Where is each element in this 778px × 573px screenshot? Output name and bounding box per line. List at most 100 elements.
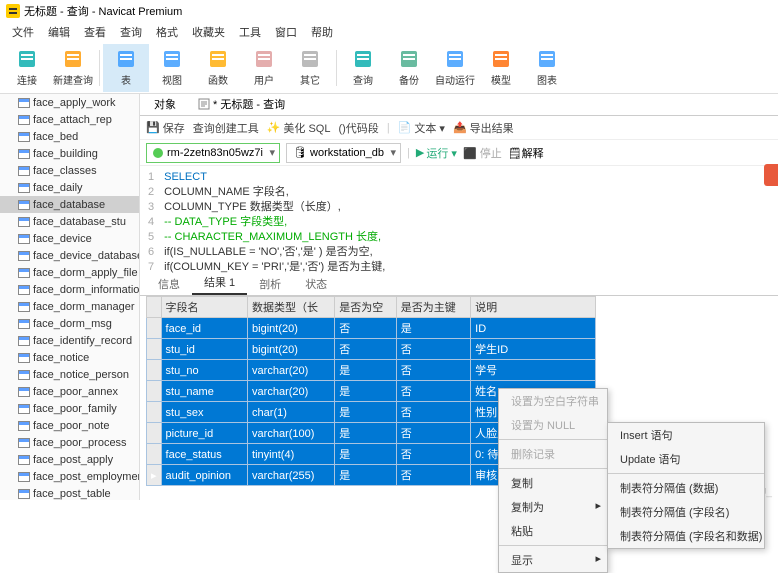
sidebar-item-face_database_stu[interactable]: face_database_stu [0,213,139,230]
sidebar-item-face_device[interactable]: face_device [0,230,139,247]
sidebar-item-face_attach_rep[interactable]: face_attach_rep [0,111,139,128]
sidebar-item-face_identify_record[interactable]: face_identify_record [0,332,139,349]
ctx-sub-item[interactable]: Insert 语句 [608,423,764,447]
table-icon [18,438,30,448]
tool-备份[interactable]: 备份 [386,44,432,92]
tool-label: 其它 [300,72,320,87]
tab-info[interactable]: 信息 [146,273,192,295]
tab-query[interactable]: * 无标题 - 查询 [190,94,293,115]
grid-header[interactable]: 是否为主键 [396,297,470,318]
sidebar-item-face_post_apply[interactable]: face_post_apply [0,451,139,468]
tab-status[interactable]: 状态 [293,273,339,295]
sidebar-item-face_dorm_msg[interactable]: face_dorm_msg [0,315,139,332]
tool-表[interactable]: 表 [103,44,149,92]
menu-view[interactable]: 查看 [78,22,112,42]
ctx-sub-item[interactable]: 制表符分隔值 (数据) [608,476,764,500]
menu-format[interactable]: 格式 [150,22,184,42]
sidebar-item-face_database[interactable]: face_database [0,196,139,213]
menu-edit[interactable]: 编辑 [42,22,76,42]
grid-header[interactable]: 数据类型（长 [248,297,335,318]
sidebar-item-face_dorm_apply_file[interactable]: face_dorm_apply_file [0,264,139,281]
sidebar-item-face_poor_family[interactable]: face_poor_family [0,400,139,417]
tool-自动运行[interactable]: 自动运行 [432,44,478,92]
ctx-item[interactable]: 粘贴 [499,519,607,543]
grid-header[interactable]: 字段名 [161,297,248,318]
tab-profile[interactable]: 剖析 [247,273,293,295]
sidebar-item-face_daily[interactable]: face_daily [0,179,139,196]
export-button[interactable]: 📤导出结果 [453,120,514,136]
sidebar-item-face_poor_process[interactable]: face_poor_process [0,434,139,451]
query-builder-button[interactable]: 查询创建工具 [193,120,259,136]
snippet-button[interactable]: ()代码段 [338,120,378,136]
explain-button[interactable]: 🗒解释 [508,145,544,161]
table-row[interactable]: stu_novarchar(20)是否学号 [147,360,596,381]
stop-button[interactable]: ⬛ 停止 [463,145,502,161]
table-icon [18,149,30,159]
tool-icon [490,48,512,70]
tab-objects[interactable]: 对象 [146,94,184,115]
sidebar-item-face_building[interactable]: face_building [0,145,139,162]
text-button[interactable]: 📄 文本 ▾ [398,120,445,136]
ctx-sub-item[interactable]: Update 语句 [608,447,764,471]
grid-header[interactable]: 说明 [471,297,596,318]
tool-视图[interactable]: 视图 [149,44,195,92]
sidebar-item-face_poor_annex[interactable]: face_poor_annex [0,383,139,400]
sidebar-item-face_post_employmen[interactable]: face_post_employmen [0,468,139,485]
menu-fav[interactable]: 收藏夹 [186,22,231,42]
sidebar-item-face_classes[interactable]: face_classes [0,162,139,179]
server-dropdown[interactable]: rm-2zetn83n05wz7i [146,143,280,163]
tool-连接[interactable]: 连接 [4,44,50,92]
query-icon [198,98,210,110]
ctx-sub-item[interactable]: 制表符分隔值 (字段名) [608,500,764,524]
side-badge[interactable] [764,164,778,186]
tool-查询[interactable]: 查询 [340,44,386,92]
menu-tools[interactable]: 工具 [233,22,267,42]
ctx-item[interactable]: 显示 [499,548,607,572]
menu-help[interactable]: 帮助 [305,22,339,42]
tool-函数[interactable]: 函数 [195,44,241,92]
table-icon [18,404,30,414]
save-button[interactable]: 💾 保存 [146,120,185,136]
sidebar-item-face_device_database[interactable]: face_device_database [0,247,139,264]
sidebar-item-face_post_table[interactable]: face_post_table [0,485,139,500]
sidebar-item-face_poor_note[interactable]: face_poor_note [0,417,139,434]
menu-window[interactable]: 窗口 [269,22,303,42]
menu-query[interactable]: 查询 [114,22,148,42]
sidebar-item-face_dorm_manager[interactable]: face_dorm_manager [0,298,139,315]
tool-新建查询[interactable]: 新建查询 [50,44,96,92]
ctx-item[interactable]: 复制 [499,471,607,495]
table-icon [18,217,30,227]
sql-editor[interactable]: 123456789 SELECT COLUMN_NAME 字段名, COLUMN… [140,166,778,274]
run-button[interactable]: ▶ 运行 ▾ [416,145,457,161]
db-dropdown[interactable]: 🛢 workstation_db [286,143,401,163]
tool-图表[interactable]: 图表 [524,44,570,92]
table-icon [18,200,30,210]
tool-icon [115,48,137,70]
sidebar-item-face_dorm_information[interactable]: face_dorm_information [0,281,139,298]
ctx-sub-item[interactable]: 制表符分隔值 (字段名和数据) [608,524,764,548]
beautify-button[interactable]: ✨美化 SQL [267,120,331,136]
sidebar-item-face_notice_person[interactable]: face_notice_person [0,366,139,383]
tool-label: 用户 [254,72,274,87]
sidebar-item-face_notice[interactable]: face_notice [0,349,139,366]
ctx-item[interactable]: 设置为空白字符串 [499,389,607,413]
tool-模型[interactable]: 模型 [478,44,524,92]
tool-icon [253,48,275,70]
table-icon [18,353,30,363]
connection-bar: rm-2zetn83n05wz7i 🛢 workstation_db | ▶ 运… [140,140,778,166]
grid-header[interactable]: 是否为空 [335,297,397,318]
ctx-item[interactable]: 删除记录 [499,442,607,466]
table-row[interactable]: face_idbigint(20)否是ID [147,318,596,339]
sidebar-item-face_apply_work[interactable]: face_apply_work [0,94,139,111]
tab-result1[interactable]: 结果 1 [192,271,247,295]
sidebar-item-face_bed[interactable]: face_bed [0,128,139,145]
tool-label: 视图 [162,72,182,87]
menu-file[interactable]: 文件 [6,22,40,42]
tool-用户[interactable]: 用户 [241,44,287,92]
table-icon [18,387,30,397]
ctx-item[interactable]: 复制为 [499,495,607,519]
tool-其它[interactable]: 其它 [287,44,333,92]
ctx-item[interactable]: 设置为 NULL [499,413,607,437]
table-row[interactable]: stu_idbigint(20)否否学生ID [147,339,596,360]
table-icon [18,489,30,499]
